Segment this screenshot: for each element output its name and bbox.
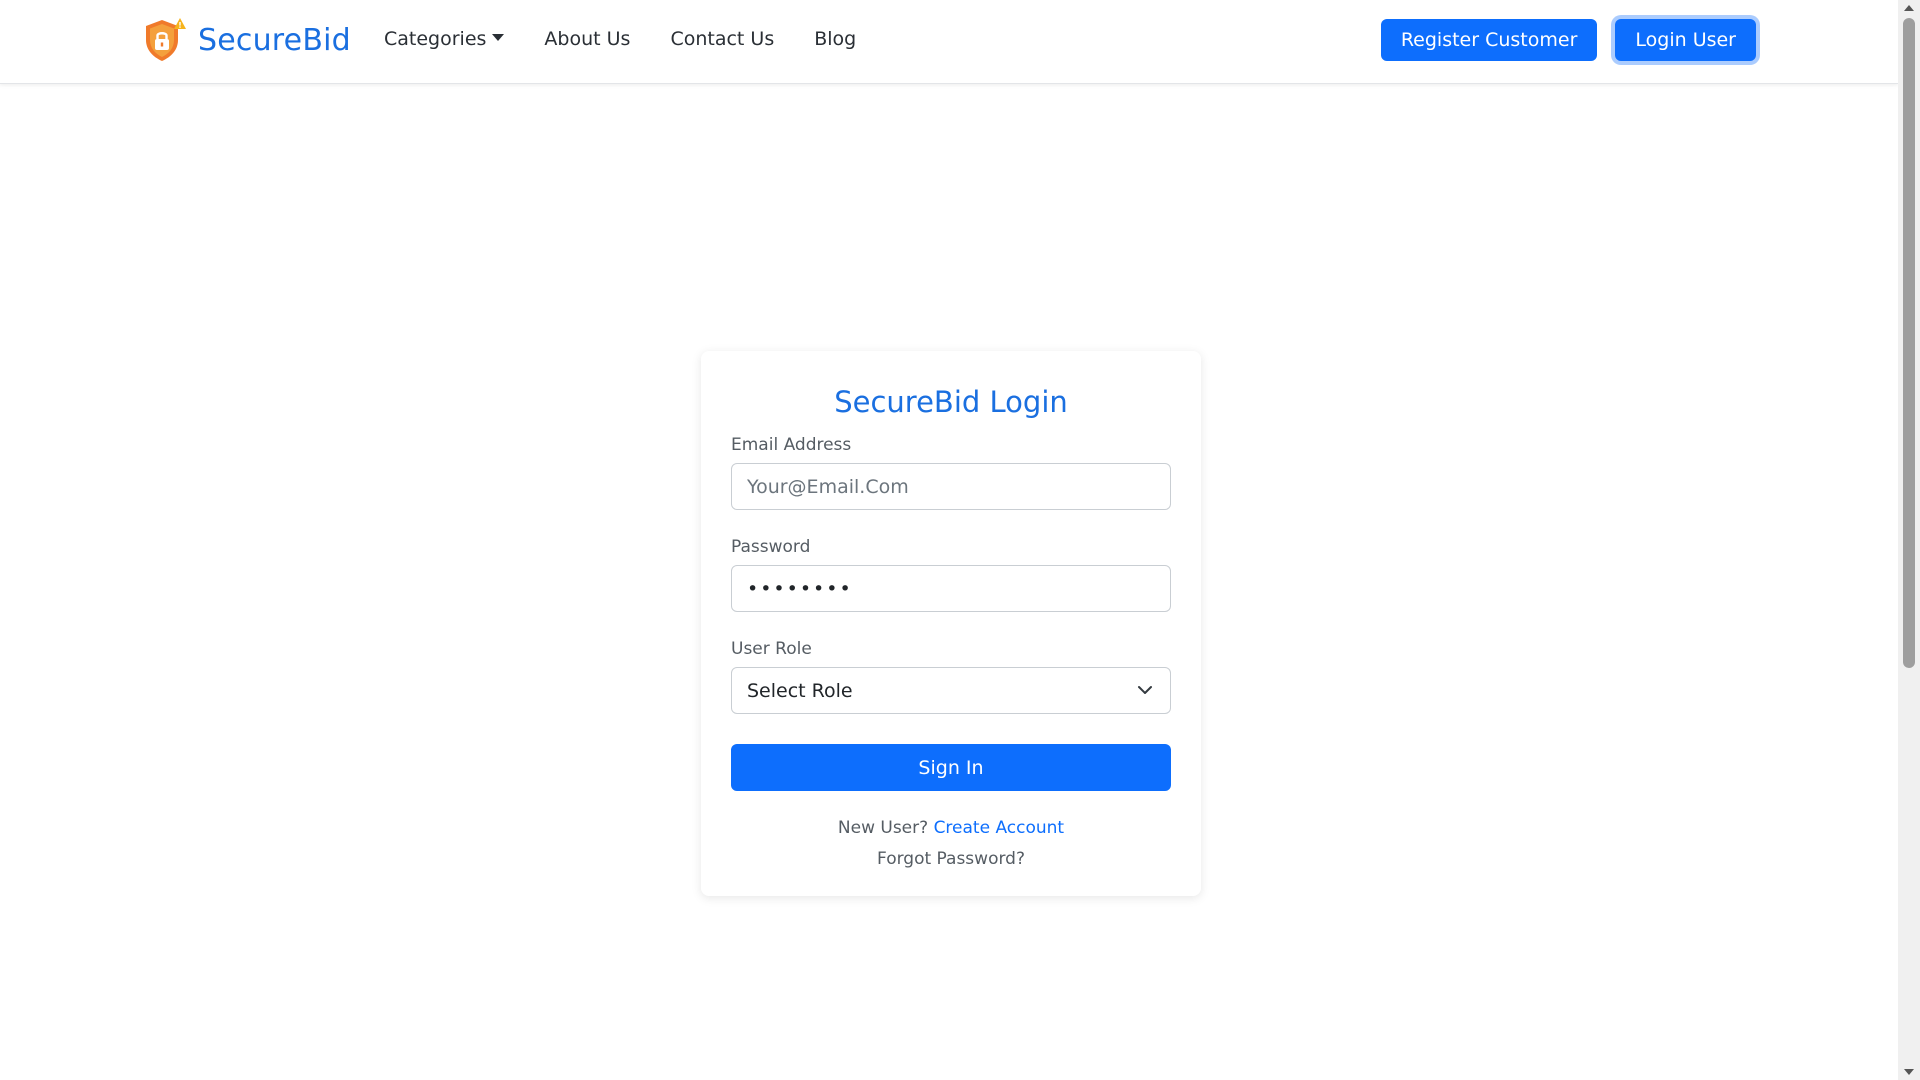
nav-actions: Register Customer Login User [1380, 19, 1756, 61]
new-user-text: New User? [837, 818, 929, 838]
nav-blog[interactable]: Blog [814, 28, 856, 50]
password-field[interactable] [731, 565, 1171, 612]
nav-categories-dropdown[interactable]: Categories [384, 28, 505, 50]
nav-about-us[interactable]: About Us [544, 28, 630, 50]
page-scrollbar[interactable] [1898, 0, 1920, 1080]
scrollbar-thumb[interactable] [1903, 18, 1915, 668]
brand-name: SecureBid [198, 22, 351, 58]
password-label: Password [731, 537, 811, 557]
create-account-link[interactable]: Create Account [934, 818, 1065, 838]
nav-categories-label: Categories [384, 28, 487, 50]
role-group: User Role Select Role [731, 639, 1171, 714]
role-select[interactable]: Select Role [731, 667, 1171, 714]
scroll-down-arrow-icon[interactable] [1903, 1067, 1915, 1077]
email-field[interactable] [731, 463, 1171, 510]
role-label: User Role [731, 639, 812, 659]
scroll-up-arrow-icon[interactable] [1903, 3, 1915, 13]
login-footer: New User? Create Account Forgot Password… [731, 813, 1171, 875]
password-group: Password [731, 537, 1171, 612]
role-select-value: Select Role [731, 667, 1171, 714]
email-label: Email Address [731, 435, 852, 455]
shield-lock-icon [146, 18, 186, 61]
forgot-password-row: Forgot Password? [731, 844, 1171, 875]
new-user-row: New User? Create Account [731, 813, 1171, 844]
brand-link[interactable]: SecureBid [140, 16, 351, 64]
caret-down-icon [492, 33, 505, 41]
email-group: Email Address [731, 435, 1171, 510]
nav-links: Categories About Us Contact Us Blog [384, 28, 896, 50]
login-card: SecureBid Login Email Address Password U… [701, 351, 1201, 896]
login-title: SecureBid Login [834, 385, 1068, 419]
forgot-password-link[interactable]: Forgot Password? [877, 849, 1025, 869]
sign-in-button[interactable]: Sign In [731, 744, 1171, 791]
login-user-button[interactable]: Login User [1615, 19, 1756, 61]
nav-contact-us[interactable]: Contact Us [670, 28, 774, 50]
navbar: SecureBid Categories About Us Contact Us… [0, 0, 1898, 84]
chevron-down-icon [1138, 686, 1152, 694]
register-customer-button[interactable]: Register Customer [1380, 19, 1598, 61]
